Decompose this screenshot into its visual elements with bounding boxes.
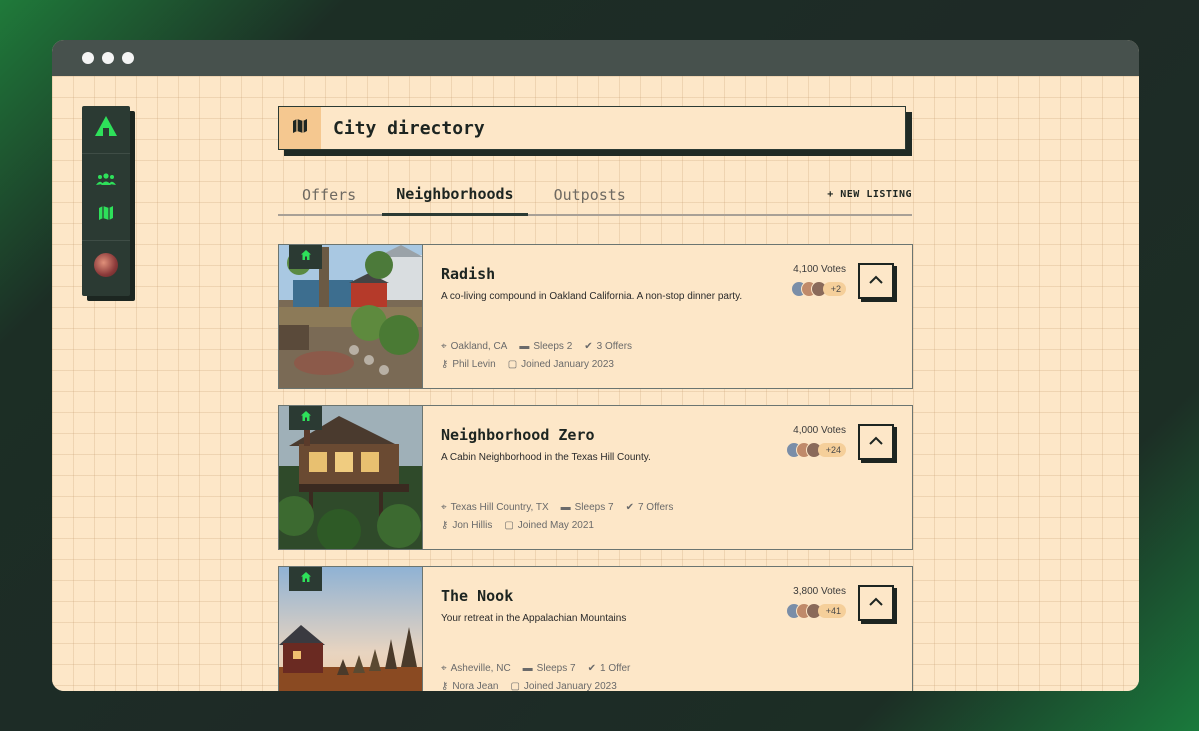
sidebar-divider [82, 240, 130, 241]
home-triangle-icon [93, 114, 119, 145]
location-pin-icon: ⌖ [441, 341, 447, 352]
listing-card[interactable]: The Nook Your retreat in the Appalachian… [278, 566, 913, 691]
verified-check-icon: ✔ [584, 341, 593, 352]
listing-location: Asheville, NC [450, 663, 511, 674]
calendar-icon: ▢ [510, 681, 520, 691]
bed-icon: ▬ [522, 663, 533, 674]
sidebar-item-people[interactable] [82, 164, 130, 198]
home-icon [300, 570, 312, 588]
sidebar [82, 106, 130, 296]
tab-bar: Offers Neighborhoods Outposts + NEW LIST… [278, 178, 912, 216]
home-badge [289, 406, 322, 430]
voter-avatars: +2 [790, 281, 846, 297]
location-pin-icon: ⌖ [441, 663, 447, 674]
app-content: City directory Offers Neighborhoods Outp… [52, 76, 1139, 691]
listing-body: Radish A co-living compound in Oakland C… [423, 245, 912, 388]
home-icon [300, 409, 312, 427]
window-close-button[interactable] [82, 52, 94, 64]
votes-count: 4,100 Votes [793, 264, 846, 275]
listing-meta-secondary: ⚷ Phil Levin ▢ Joined January 2023 [441, 359, 614, 370]
listing-meta-primary: ⌖ Texas Hill Country, TX ▬ Sleeps 7 ✔ 7 Off… [441, 502, 673, 513]
listing-location: Oakland, CA [450, 341, 508, 352]
map-icon [292, 118, 308, 139]
home-icon [300, 248, 312, 266]
window-maximize-button[interactable] [122, 52, 134, 64]
voter-avatars: +24 [785, 442, 846, 458]
listing-photo [279, 406, 423, 549]
upvote-button[interactable] [858, 263, 894, 299]
voter-avatars: +41 [785, 603, 846, 619]
chevron-up-icon [869, 272, 883, 290]
listing-sleeps: Sleeps 7 [574, 502, 614, 513]
window-minimize-button[interactable] [102, 52, 114, 64]
verified-check-icon: ✔ [625, 502, 634, 513]
listing-body: The Nook Your retreat in the Appalachian… [423, 567, 912, 691]
home-badge [289, 245, 322, 269]
votes-summary: 4,100 Votes +2 [790, 264, 846, 297]
listing-host: Jon Hillis [452, 520, 493, 531]
sidebar-logo[interactable] [82, 106, 130, 154]
bed-icon: ▬ [560, 502, 571, 513]
people-icon [96, 172, 116, 191]
listing-sleeps: Sleeps 2 [533, 341, 573, 352]
listing-list: Radish A co-living compound in Oakland C… [278, 244, 913, 691]
votes-summary: 3,800 Votes +41 [785, 586, 846, 619]
listing-sleeps: Sleeps 7 [536, 663, 576, 674]
listing-photo [279, 245, 423, 388]
upvote-button[interactable] [858, 585, 894, 621]
bed-icon: ▬ [519, 341, 530, 352]
page-title: City directory [333, 117, 485, 139]
key-icon: ⚷ [441, 520, 449, 531]
listing-meta-primary: ⌖ Asheville, NC ▬ Sleeps 7 ✔ 1 Offer [441, 663, 630, 674]
home-badge [289, 567, 322, 591]
more-voters-badge: +41 [817, 604, 846, 618]
user-avatar[interactable] [94, 253, 118, 277]
key-icon: ⚷ [441, 681, 449, 691]
tab-outposts[interactable]: Outposts [540, 186, 640, 214]
listing-card[interactable]: Neighborhood Zero A Cabin Neighborhood i… [278, 405, 913, 550]
listing-joined: Joined May 2021 [517, 520, 594, 531]
calendar-icon: ▢ [504, 520, 514, 531]
location-pin-icon: ⌖ [441, 502, 447, 513]
directory-title-bar: City directory [278, 106, 906, 150]
tab-neighborhoods[interactable]: Neighborhoods [382, 185, 528, 216]
key-icon: ⚷ [441, 359, 449, 370]
sidebar-item-map[interactable] [82, 198, 130, 232]
listing-meta-primary: ⌖ Oakland, CA ▬ Sleeps 2 ✔ 3 Offers [441, 341, 632, 352]
votes-count: 4,000 Votes [793, 425, 846, 436]
listing-host: Phil Levin [452, 359, 496, 370]
listing-offers: 3 Offers [596, 341, 633, 352]
listing-host: Nora Jean [452, 681, 499, 691]
verified-check-icon: ✔ [587, 663, 596, 674]
listing-offers: 7 Offers [637, 502, 674, 513]
chevron-up-icon [869, 433, 883, 451]
listing-joined: Joined January 2023 [523, 681, 617, 691]
more-voters-badge: +24 [817, 443, 846, 457]
tab-offers[interactable]: Offers [288, 186, 370, 214]
listing-joined: Joined January 2023 [521, 359, 614, 370]
listing-card[interactable]: Radish A co-living compound in Oakland C… [278, 244, 913, 389]
map-icon [98, 205, 114, 226]
upvote-button[interactable] [858, 424, 894, 460]
listing-location: Texas Hill Country, TX [450, 502, 549, 513]
votes-summary: 4,000 Votes +24 [785, 425, 846, 458]
listing-body: Neighborhood Zero A Cabin Neighborhood i… [423, 406, 912, 549]
more-voters-badge: +2 [822, 282, 846, 296]
chevron-up-icon [869, 594, 883, 612]
votes-count: 3,800 Votes [793, 586, 846, 597]
new-listing-button[interactable]: + NEW LISTING [827, 189, 912, 214]
title-icon-box [279, 107, 321, 149]
listing-meta-secondary: ⚷ Jon Hillis ▢ Joined May 2021 [441, 520, 594, 531]
listing-offers: 1 Offer [599, 663, 631, 674]
window-titlebar [52, 40, 1139, 76]
browser-window: City directory Offers Neighborhoods Outp… [52, 40, 1139, 691]
listing-photo [279, 567, 423, 691]
listing-meta-secondary: ⚷ Nora Jean ▢ Joined January 2023 [441, 681, 617, 691]
calendar-icon: ▢ [507, 359, 518, 370]
